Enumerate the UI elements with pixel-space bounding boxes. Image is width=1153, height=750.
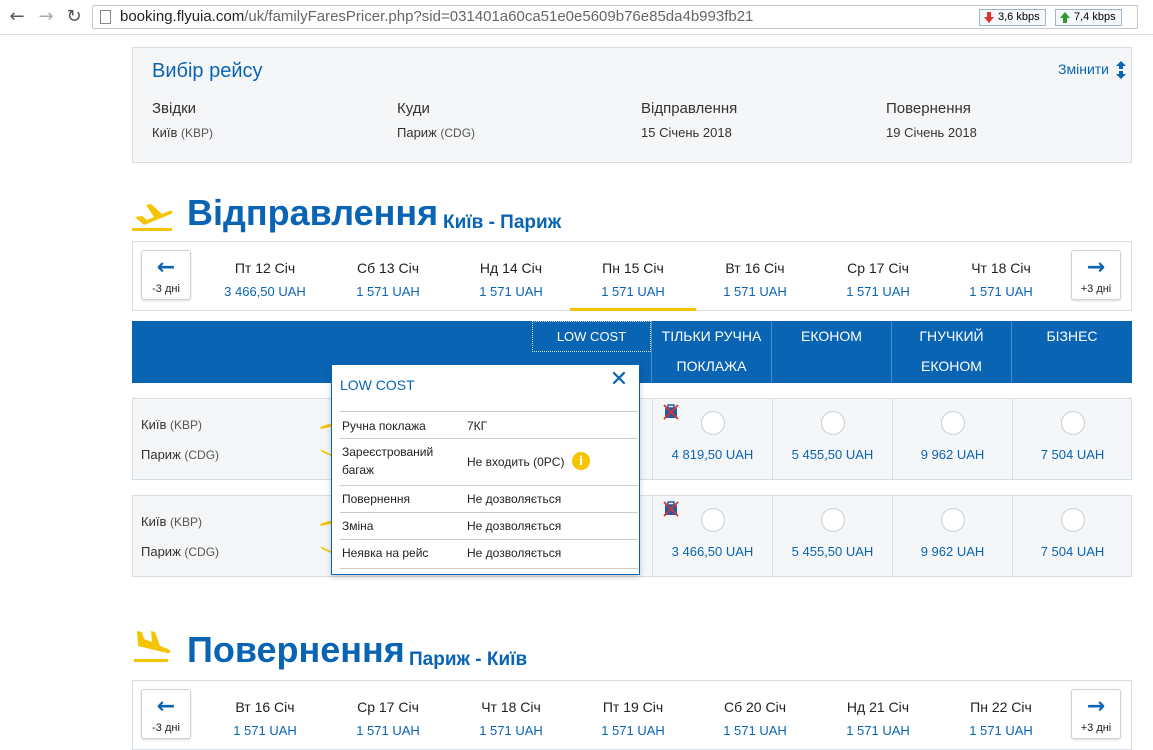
fare-radio[interactable] xyxy=(941,411,965,435)
inbound-route: Париж - Київ xyxy=(409,649,528,670)
arrow-right-icon: → xyxy=(1086,694,1106,719)
from-field: Звідки Київ (KBP) xyxy=(152,100,213,140)
date-cell[interactable]: Сб 20 Січ 1 571 UAH xyxy=(695,699,815,738)
fare-option[interactable]: 7 504 UAH xyxy=(1012,399,1132,479)
download-arrow-icon xyxy=(984,12,994,23)
upload-speed: 7,4 kbps xyxy=(1055,9,1122,26)
fare-flexible-header[interactable]: ГНУЧКИЙ ЕКОНОМ xyxy=(891,321,1011,383)
date-cell[interactable]: Вт 16 Січ 1 571 UAH xyxy=(695,260,815,299)
date-cell[interactable]: Пн 22 Січ 1 571 UAH xyxy=(941,699,1061,738)
popup-row-change: Зміна Не дозволяється xyxy=(340,512,638,539)
departure-plane-icon xyxy=(132,204,173,231)
upload-arrow-icon xyxy=(1060,12,1070,23)
fare-radio[interactable] xyxy=(1061,508,1085,532)
date-cell[interactable]: Сб 13 Січ 1 571 UAH xyxy=(328,260,448,299)
fare-option[interactable]: 5 455,50 UAH xyxy=(772,399,892,479)
date-cell[interactable]: Чт 18 Січ 1 571 UAH xyxy=(451,699,571,738)
outbound-next-days-button[interactable]: → +3 дні xyxy=(1071,250,1121,300)
selection-title: Вибір рейсу xyxy=(152,60,263,82)
fare-radio[interactable] xyxy=(701,411,725,435)
change-link[interactable]: Змінити xyxy=(1058,61,1109,77)
to-field: Куди Париж (CDG) xyxy=(397,100,476,140)
info-icon[interactable]: i xyxy=(572,452,590,470)
reload-icon[interactable]: ↻ xyxy=(63,6,85,28)
fare-option[interactable]: 9 962 UAH xyxy=(892,399,1012,479)
popup-row-hand-luggage: Ручна поклажа 7КГ xyxy=(340,411,638,438)
fare-hand-luggage-header[interactable]: ТІЛЬКИ РУЧНА ПОКЛАЖА xyxy=(651,321,771,383)
address-bar[interactable]: booking.flyuia.com/uk/familyFaresPricer.… xyxy=(92,5,1138,29)
arrow-left-icon: ← xyxy=(156,255,176,280)
flight-from: Київ (KBP) xyxy=(141,417,202,432)
fare-option[interactable]: 9 962 UAH xyxy=(892,496,1012,576)
forward-arrow-icon[interactable]: → xyxy=(35,6,57,28)
inbound-header: Повернення Париж - Київ xyxy=(132,629,732,679)
inbound-prev-days-button[interactable]: ← -3 дні xyxy=(141,689,191,739)
departure-field: Відправлення 15 Січень 2018 xyxy=(641,100,738,140)
fare-low-cost-header[interactable]: LOW COST xyxy=(532,321,651,352)
fare-radio[interactable] xyxy=(1061,411,1085,435)
close-icon[interactable]: ✕ xyxy=(609,369,629,391)
fare-radio[interactable] xyxy=(701,508,725,532)
date-cell-selected[interactable]: Пн 15 Січ 1 571 UAH xyxy=(570,260,696,311)
inbound-title: Повернення xyxy=(187,629,405,670)
swap-icon[interactable] xyxy=(1113,60,1129,80)
date-cell[interactable]: Пт 19 Січ 1 571 UAH xyxy=(573,699,693,738)
no-baggage-icon xyxy=(663,404,679,420)
download-speed: 3,6 kbps xyxy=(979,9,1046,26)
fare-radio[interactable] xyxy=(941,508,965,532)
outbound-header: Відправлення Київ - Париж xyxy=(132,192,732,242)
page-icon xyxy=(100,10,111,24)
inbound-next-days-button[interactable]: → +3 дні xyxy=(1071,689,1121,739)
date-cell[interactable]: Нд 21 Січ 1 571 UAH xyxy=(818,699,938,738)
outbound-prev-days-button[interactable]: ← -3 дні xyxy=(141,250,191,300)
browser-toolbar: ← → ↻ booking.flyuia.com/uk/familyFaresP… xyxy=(0,0,1153,35)
date-cell[interactable]: Пт 12 Січ 3 466,50 UAH xyxy=(205,260,325,299)
flight-from: Київ (KBP) xyxy=(141,514,202,529)
date-cell[interactable]: Вт 16 Січ 1 571 UAH xyxy=(205,699,325,738)
popup-title: LOW COST xyxy=(340,377,415,393)
fare-radio[interactable] xyxy=(821,508,845,532)
flight-selection-panel: Вибір рейсу Змінити Звідки Київ (KBP) Ку… xyxy=(132,47,1132,163)
flight-to: Париж (CDG) xyxy=(141,544,220,559)
fare-option[interactable]: 3 466,50 UAH xyxy=(652,496,772,576)
back-arrow-icon[interactable]: ← xyxy=(6,6,28,28)
fare-option[interactable]: 4 819,50 UAH xyxy=(652,399,772,479)
date-cell[interactable]: Ср 17 Січ 1 571 UAH xyxy=(328,699,448,738)
outbound-title: Відправлення xyxy=(187,192,439,233)
flight-to: Париж (CDG) xyxy=(141,447,220,462)
url-text[interactable]: booking.flyuia.com/uk/familyFaresPricer.… xyxy=(120,8,753,25)
arrow-right-icon: → xyxy=(1086,255,1106,280)
outbound-route: Київ - Париж xyxy=(443,212,562,233)
no-baggage-icon xyxy=(663,501,679,517)
return-field: Повернення 19 Січень 2018 xyxy=(886,100,977,140)
date-cell[interactable]: Ср 17 Січ 1 571 UAH xyxy=(818,260,938,299)
date-cell[interactable]: Нд 14 Січ 1 571 UAH xyxy=(451,260,571,299)
arrival-plane-icon xyxy=(134,631,171,662)
fare-option[interactable]: 7 504 UAH xyxy=(1012,496,1132,576)
fare-economy-header[interactable]: ЕКОНОМ xyxy=(771,321,891,383)
popup-row-checked-baggage: Зареєстрований багаж Не входить (0PC) i xyxy=(340,438,638,485)
outbound-date-strip: ← -3 дні Пт 12 Січ 3 466,50 UAH Сб 13 Січ… xyxy=(132,241,1132,311)
fare-business-header[interactable]: БІЗНЕС xyxy=(1011,321,1132,383)
popup-row-refund: Повернення Не дозволяється xyxy=(340,485,638,512)
arrow-left-icon: ← xyxy=(156,694,176,719)
fare-radio[interactable] xyxy=(821,411,845,435)
date-cell[interactable]: Чт 18 Січ 1 571 UAH xyxy=(941,260,1061,299)
low-cost-fare-popup: LOW COST ✕ Ручна поклажа 7КГ Зареєстрова… xyxy=(331,364,640,575)
popup-row-no-show: Неявка на рейс Не дозволяється xyxy=(340,539,638,569)
fare-option[interactable]: 5 455,50 UAH xyxy=(772,496,892,576)
